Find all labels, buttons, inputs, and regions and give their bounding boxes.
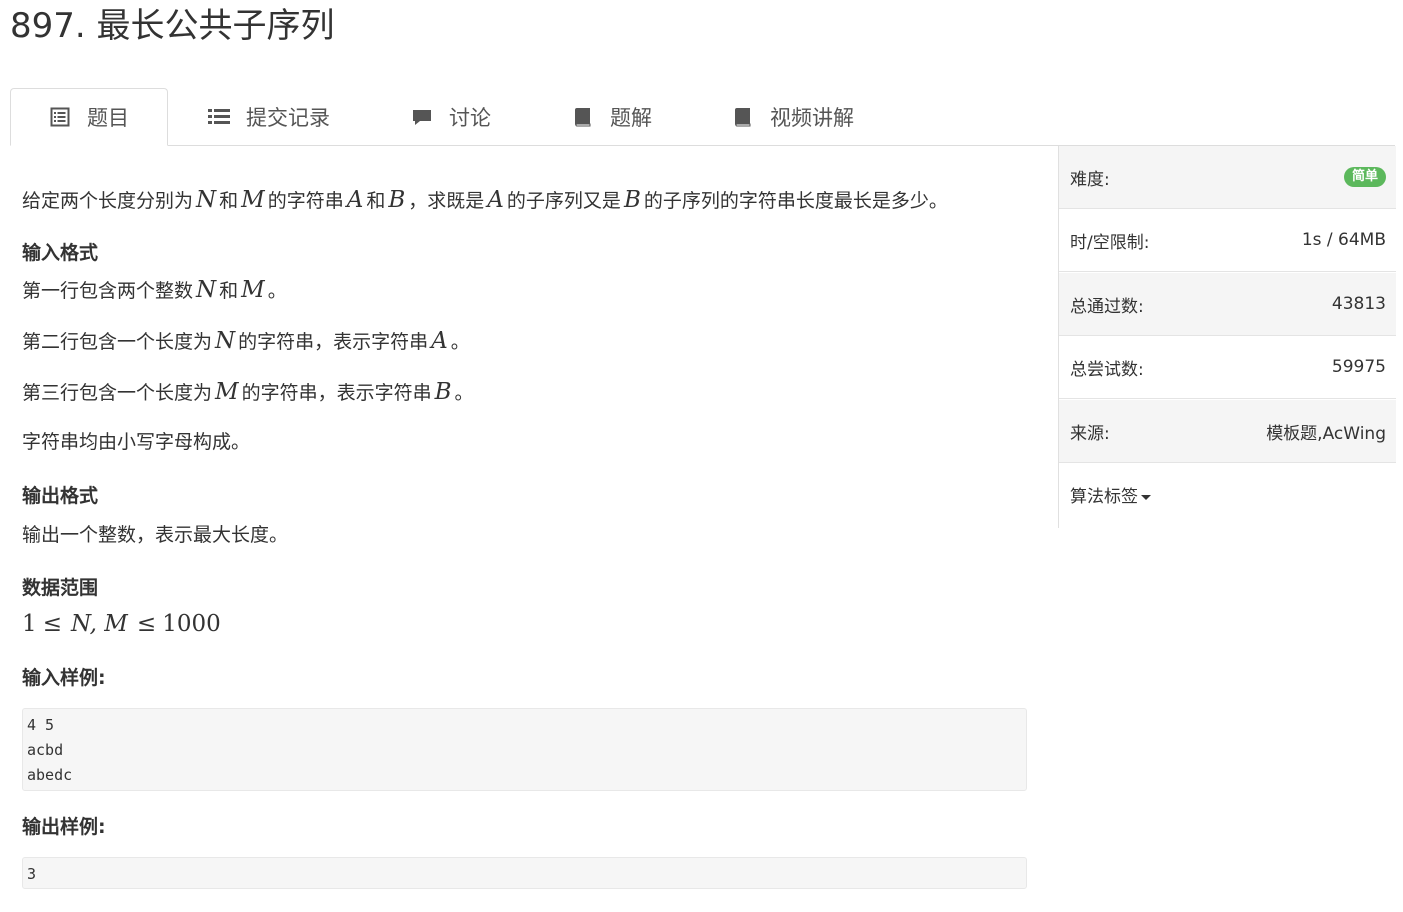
output-line-1: 输出一个整数，表示最大长度。 xyxy=(22,524,289,546)
difficulty-row: 难度: 简单 xyxy=(1059,146,1396,209)
tab-label: 视频讲解 xyxy=(770,105,854,130)
tab-video[interactable]: 视频讲解 xyxy=(732,88,854,145)
data-range-heading: 数据范围 xyxy=(22,577,99,599)
input-line-4: 字符串均由小写字母构成。 xyxy=(22,431,251,453)
algorithm-tags-toggle[interactable]: 算法标签 xyxy=(1070,482,1151,507)
tab-submissions[interactable]: 提交记录 xyxy=(208,88,330,145)
output-format-heading: 输出格式 xyxy=(22,485,99,507)
passed-value: 43813 xyxy=(1331,294,1386,314)
tried-row: 总尝试数: 59975 xyxy=(1059,336,1396,399)
tab-problem[interactable]: 题目 xyxy=(10,88,168,146)
book-icon xyxy=(572,106,594,128)
limit-value: 1s / 64MB xyxy=(1301,230,1386,250)
difficulty-badge: 简单 xyxy=(1343,167,1386,187)
problem-tabs: 题目 提交记录 讨论 题解 视频讲解 xyxy=(10,88,1395,146)
problem-info-panel: 难度: 简单 时/空限制: 1s / 64MB 总通过数: 43813 总尝试数… xyxy=(1058,146,1396,528)
problem-description: 给定两个长度分别为 N 和 M 的字符串 A 和 B ，求既是 A 的子序列又是 B 的子序列的字符串长… xyxy=(22,187,948,213)
input-line-1: 第一行包含两个整数 N 和 M。 xyxy=(22,277,287,303)
limit-row: 时/空限制: 1s / 64MB xyxy=(1059,209,1396,272)
book-icon xyxy=(732,106,754,128)
comment-icon xyxy=(411,106,433,128)
list-icon xyxy=(208,106,230,128)
tried-label: 总尝试数: xyxy=(1070,359,1144,380)
tab-label: 题目 xyxy=(87,106,129,130)
page-title: 897. 最长公共子序列 xyxy=(10,6,335,46)
tab-label: 提交记录 xyxy=(246,105,330,130)
sample-input-heading: 输入样例: xyxy=(22,667,106,689)
passed-row: 总通过数: 43813 xyxy=(1059,273,1396,336)
input-line-3: 第三行包含一个长度为 M 的字符串，表示字符串 B。 xyxy=(22,379,474,405)
data-range-formula: 1 ≤ N, M ≤ 1000 xyxy=(22,611,221,637)
limit-label: 时/空限制: xyxy=(1070,232,1150,253)
source-value: 模板题,AcWing xyxy=(1266,423,1386,444)
sample-input-code: 4 5 acbd abedc xyxy=(22,708,1027,791)
input-format-heading: 输入格式 xyxy=(22,242,99,264)
passed-label: 总通过数: xyxy=(1070,296,1144,317)
sample-output-code: 3 xyxy=(22,857,1027,889)
tab-solutions[interactable]: 题解 xyxy=(572,88,652,145)
tags-row: 算法标签 xyxy=(1059,463,1396,526)
tab-label: 题解 xyxy=(610,105,652,130)
tried-value: 59975 xyxy=(1331,357,1386,377)
caret-down-icon xyxy=(1141,494,1151,500)
tab-label: 讨论 xyxy=(449,105,491,130)
difficulty-label: 难度: xyxy=(1070,169,1110,190)
tab-discussion[interactable]: 讨论 xyxy=(411,88,491,145)
sample-output-heading: 输出样例: xyxy=(22,816,106,838)
source-row: 来源: 模板题,AcWing xyxy=(1059,400,1396,463)
input-line-2: 第二行包含一个长度为 N 的字符串，表示字符串 A。 xyxy=(22,328,470,354)
source-label: 来源: xyxy=(1070,423,1110,444)
list-alt-icon xyxy=(49,106,71,128)
